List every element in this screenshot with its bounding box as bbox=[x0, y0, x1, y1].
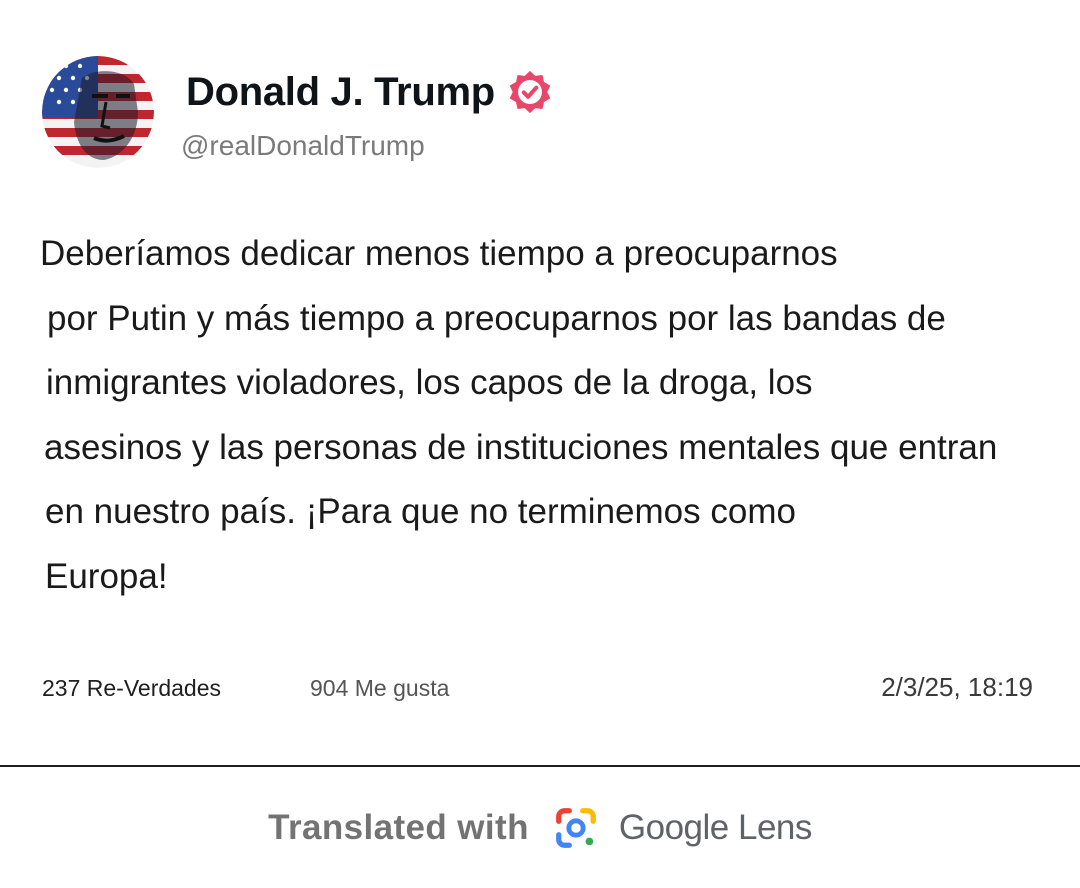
author-display-name[interactable]: Donald J. Trump bbox=[186, 70, 495, 115]
translated-with-label: Translated with bbox=[268, 808, 529, 847]
post-body: Deberíamos dedicar menos tiempo a preocu… bbox=[40, 222, 1050, 609]
author-handle[interactable]: @realDonaldTrump bbox=[181, 130, 425, 162]
author-avatar[interactable] bbox=[42, 56, 154, 168]
google-lens-icon bbox=[556, 808, 596, 848]
post-stats: 237 Re-Verdades 904 Me gusta 2/3/25, 18:… bbox=[0, 672, 1080, 706]
post-body-line: por Putin y más tiempo a preocuparnos po… bbox=[47, 298, 946, 338]
post-body-line: Europa! bbox=[45, 556, 168, 596]
footer-divider bbox=[0, 765, 1080, 767]
post-body-line: en nuestro país. ¡Para que no terminemos… bbox=[45, 492, 796, 531]
post-body-line: asesinos y las personas de instituciones… bbox=[44, 427, 998, 467]
author-name-row: Donald J. Trump bbox=[186, 66, 553, 118]
verified-badge-icon bbox=[509, 70, 551, 114]
post-body-line: Deberíamos dedicar menos tiempo a preocu… bbox=[40, 234, 838, 273]
google-lens-brand: Google Lens bbox=[618, 808, 812, 847]
like-count[interactable]: 904 Me gusta bbox=[310, 675, 449, 702]
avatar-image bbox=[42, 56, 154, 168]
post-timestamp[interactable]: 2/3/25, 18:19 bbox=[881, 672, 1033, 703]
post-body-line: inmigrantes violadores, los capos de la … bbox=[46, 363, 813, 402]
repost-count[interactable]: 237 Re-Verdades bbox=[42, 675, 221, 702]
translation-footer: Translated with Google Lens bbox=[0, 798, 1080, 858]
post-card: Donald J. Trump @realDonaldTrump Debería… bbox=[0, 0, 1080, 766]
